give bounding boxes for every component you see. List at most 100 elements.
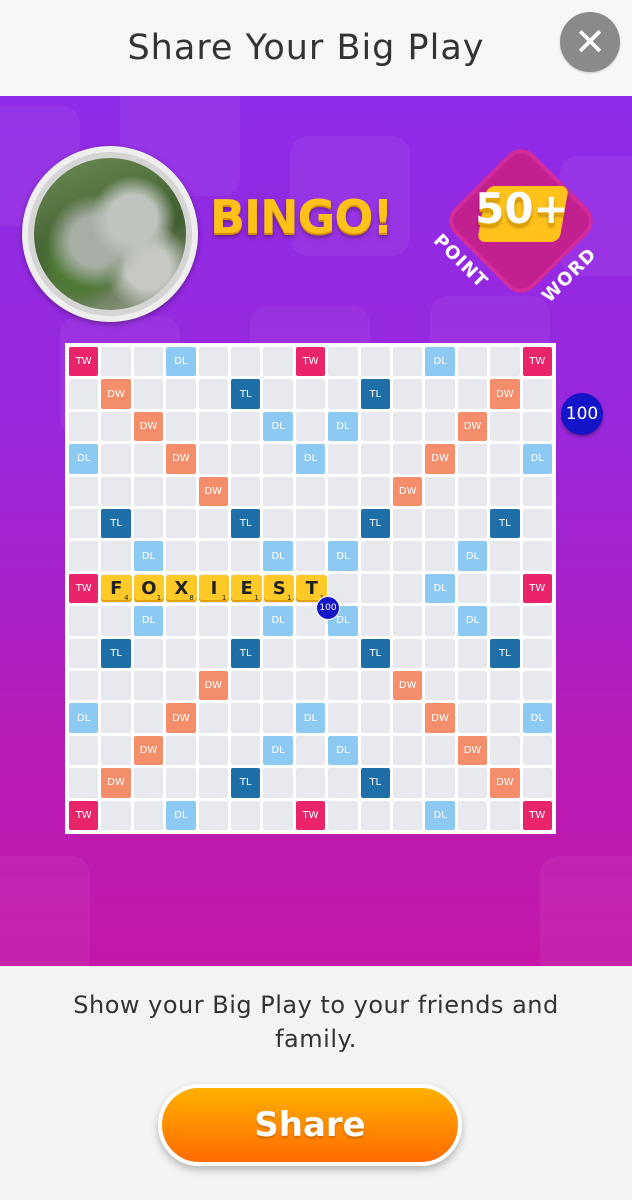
background-tile: [540, 856, 632, 966]
tile-letter: T: [305, 578, 318, 599]
square-label: DL: [336, 744, 350, 756]
tile-letter: X: [174, 578, 189, 599]
board-square-dl: DL: [457, 606, 488, 636]
square-label: DW: [107, 388, 125, 400]
square-label: DW: [204, 485, 223, 497]
board-square-dw: DW: [425, 444, 455, 474]
square-label: TW: [529, 582, 546, 594]
board-square: [166, 735, 196, 766]
square-label: DL: [465, 550, 480, 562]
board-square: [133, 768, 164, 798]
board-square-dl: DL: [166, 347, 196, 377]
board-square: [295, 735, 326, 766]
board-square-dl: DL: [263, 606, 293, 636]
board-square: [133, 508, 164, 539]
board-square: [263, 768, 293, 798]
square-label: TL: [499, 518, 511, 530]
tile-points: 1: [254, 594, 259, 602]
board-square-dw: DW: [198, 670, 228, 701]
tile-points: 1: [156, 594, 162, 602]
board-square: [263, 800, 293, 830]
board-square: [133, 476, 164, 506]
square-label: TL: [369, 388, 382, 400]
word-score-chip: 100: [316, 596, 340, 620]
board-square: [522, 508, 552, 539]
board-square-dl: DL: [425, 347, 455, 377]
board-square: [198, 347, 228, 377]
board-square-tw: TW: [69, 347, 99, 377]
square-label: DL: [336, 550, 350, 562]
square-label: TL: [369, 518, 382, 530]
tile-letter: S: [272, 578, 286, 599]
board-square: [328, 444, 358, 474]
square-label: TL: [239, 777, 252, 789]
board-square-tl: TL: [101, 638, 131, 668]
square-label: DL: [174, 356, 188, 368]
square-label: TW: [75, 356, 92, 368]
board-square: [360, 606, 390, 636]
board-square-dw: DW: [457, 735, 488, 766]
board-square-tl: TL: [490, 638, 520, 668]
square-label: DL: [174, 809, 188, 821]
square-label: TW: [529, 356, 546, 368]
board-square-dl: DL: [295, 444, 326, 474]
board-square-dw: DW: [133, 735, 164, 766]
board-square: [490, 573, 520, 604]
board-square-dl: DL: [69, 703, 99, 733]
board-square: [295, 670, 326, 701]
board-square: [392, 379, 423, 409]
square-label: DW: [139, 744, 158, 756]
board-square: [166, 541, 196, 571]
square-label: TW: [75, 809, 92, 821]
board-square: [457, 508, 488, 539]
board-square: [101, 444, 131, 474]
tile-points: 8: [189, 594, 194, 602]
board-square: [69, 411, 99, 442]
board-square-dw: DW: [166, 444, 196, 474]
board-square: [263, 347, 293, 377]
board-square: [263, 508, 293, 539]
board-square: [490, 476, 520, 506]
square-label: DL: [433, 582, 447, 594]
board-square: [101, 411, 131, 442]
board-square: [295, 379, 326, 409]
board-square-tl: TL: [360, 508, 390, 539]
square-label: DW: [139, 420, 158, 432]
board-square: [166, 768, 196, 798]
tile-letter: I: [210, 578, 218, 599]
board-square: [198, 606, 228, 636]
share-button[interactable]: Share: [158, 1084, 462, 1166]
close-icon: ✕: [574, 20, 606, 64]
board-square-dw: DW: [166, 703, 196, 733]
board-square: [328, 638, 358, 668]
tile-points: 1: [287, 594, 292, 602]
board-square-tw: TW: [522, 347, 552, 377]
board-square: [230, 735, 261, 766]
modal-footer: Show your Big Play to your friends and f…: [0, 966, 632, 1200]
board-square: [263, 638, 293, 668]
board-square-dw: DW: [392, 670, 423, 701]
board-square: [425, 670, 455, 701]
board-square: [230, 476, 261, 506]
board-square: [522, 379, 552, 409]
square-label: DL: [271, 420, 285, 432]
square-label: DL: [141, 615, 156, 627]
board-square-dw: DW: [101, 768, 131, 798]
board-square: [133, 703, 164, 733]
background-tile: [0, 856, 90, 966]
board-square: [230, 703, 261, 733]
board-square-tl: TL: [360, 768, 390, 798]
modal-header: Share Your Big Play ✕: [0, 0, 632, 96]
board-square: [101, 347, 131, 377]
square-label: TW: [529, 809, 546, 821]
board-square: [360, 411, 390, 442]
board-square: [230, 541, 261, 571]
tile-letter: F: [110, 578, 123, 599]
square-label: TW: [75, 582, 92, 594]
close-button[interactable]: ✕: [560, 12, 620, 72]
board-square: [457, 347, 488, 377]
board-square: [295, 638, 326, 668]
board-square-dw: DW: [101, 379, 131, 409]
board-square-tw: TW: [69, 800, 99, 830]
board-square: [360, 444, 390, 474]
